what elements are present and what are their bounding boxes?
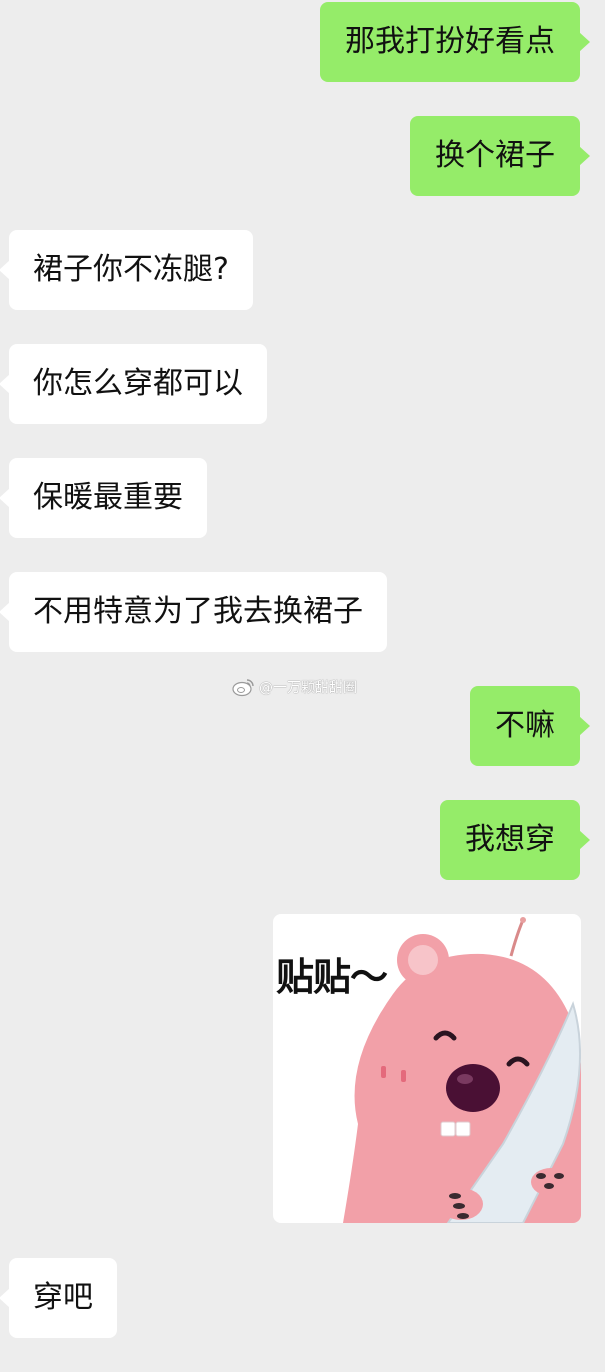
message-sent[interactable]: 我想穿: [440, 800, 590, 880]
message-received[interactable]: 穿吧: [0, 1258, 117, 1338]
message-received[interactable]: 保暖最重要: [0, 458, 207, 538]
message-received[interactable]: 不用特意为了我去换裙子: [0, 572, 387, 652]
chat-conversation: 那我打扮好看点 换个裙子 裙子你不冻腿? 你怎么穿都可以 保暖最重要 不用特意为…: [0, 0, 605, 1372]
weibo-icon: [232, 677, 256, 697]
message-sent[interactable]: 那我打扮好看点: [320, 2, 590, 82]
sticker-caption: 贴贴～: [276, 955, 388, 999]
watermark-text: @一万颗甜甜圈: [259, 680, 357, 696]
sticker-message[interactable]: 贴贴～: [273, 914, 581, 1223]
message-received[interactable]: 裙子你不冻腿?: [0, 230, 253, 310]
message-sent[interactable]: 换个裙子: [410, 116, 590, 196]
message-received[interactable]: 你怎么穿都可以: [0, 344, 267, 424]
watermark: @一万颗甜甜圈: [232, 676, 357, 698]
message-sent[interactable]: 不嘛: [470, 686, 590, 766]
